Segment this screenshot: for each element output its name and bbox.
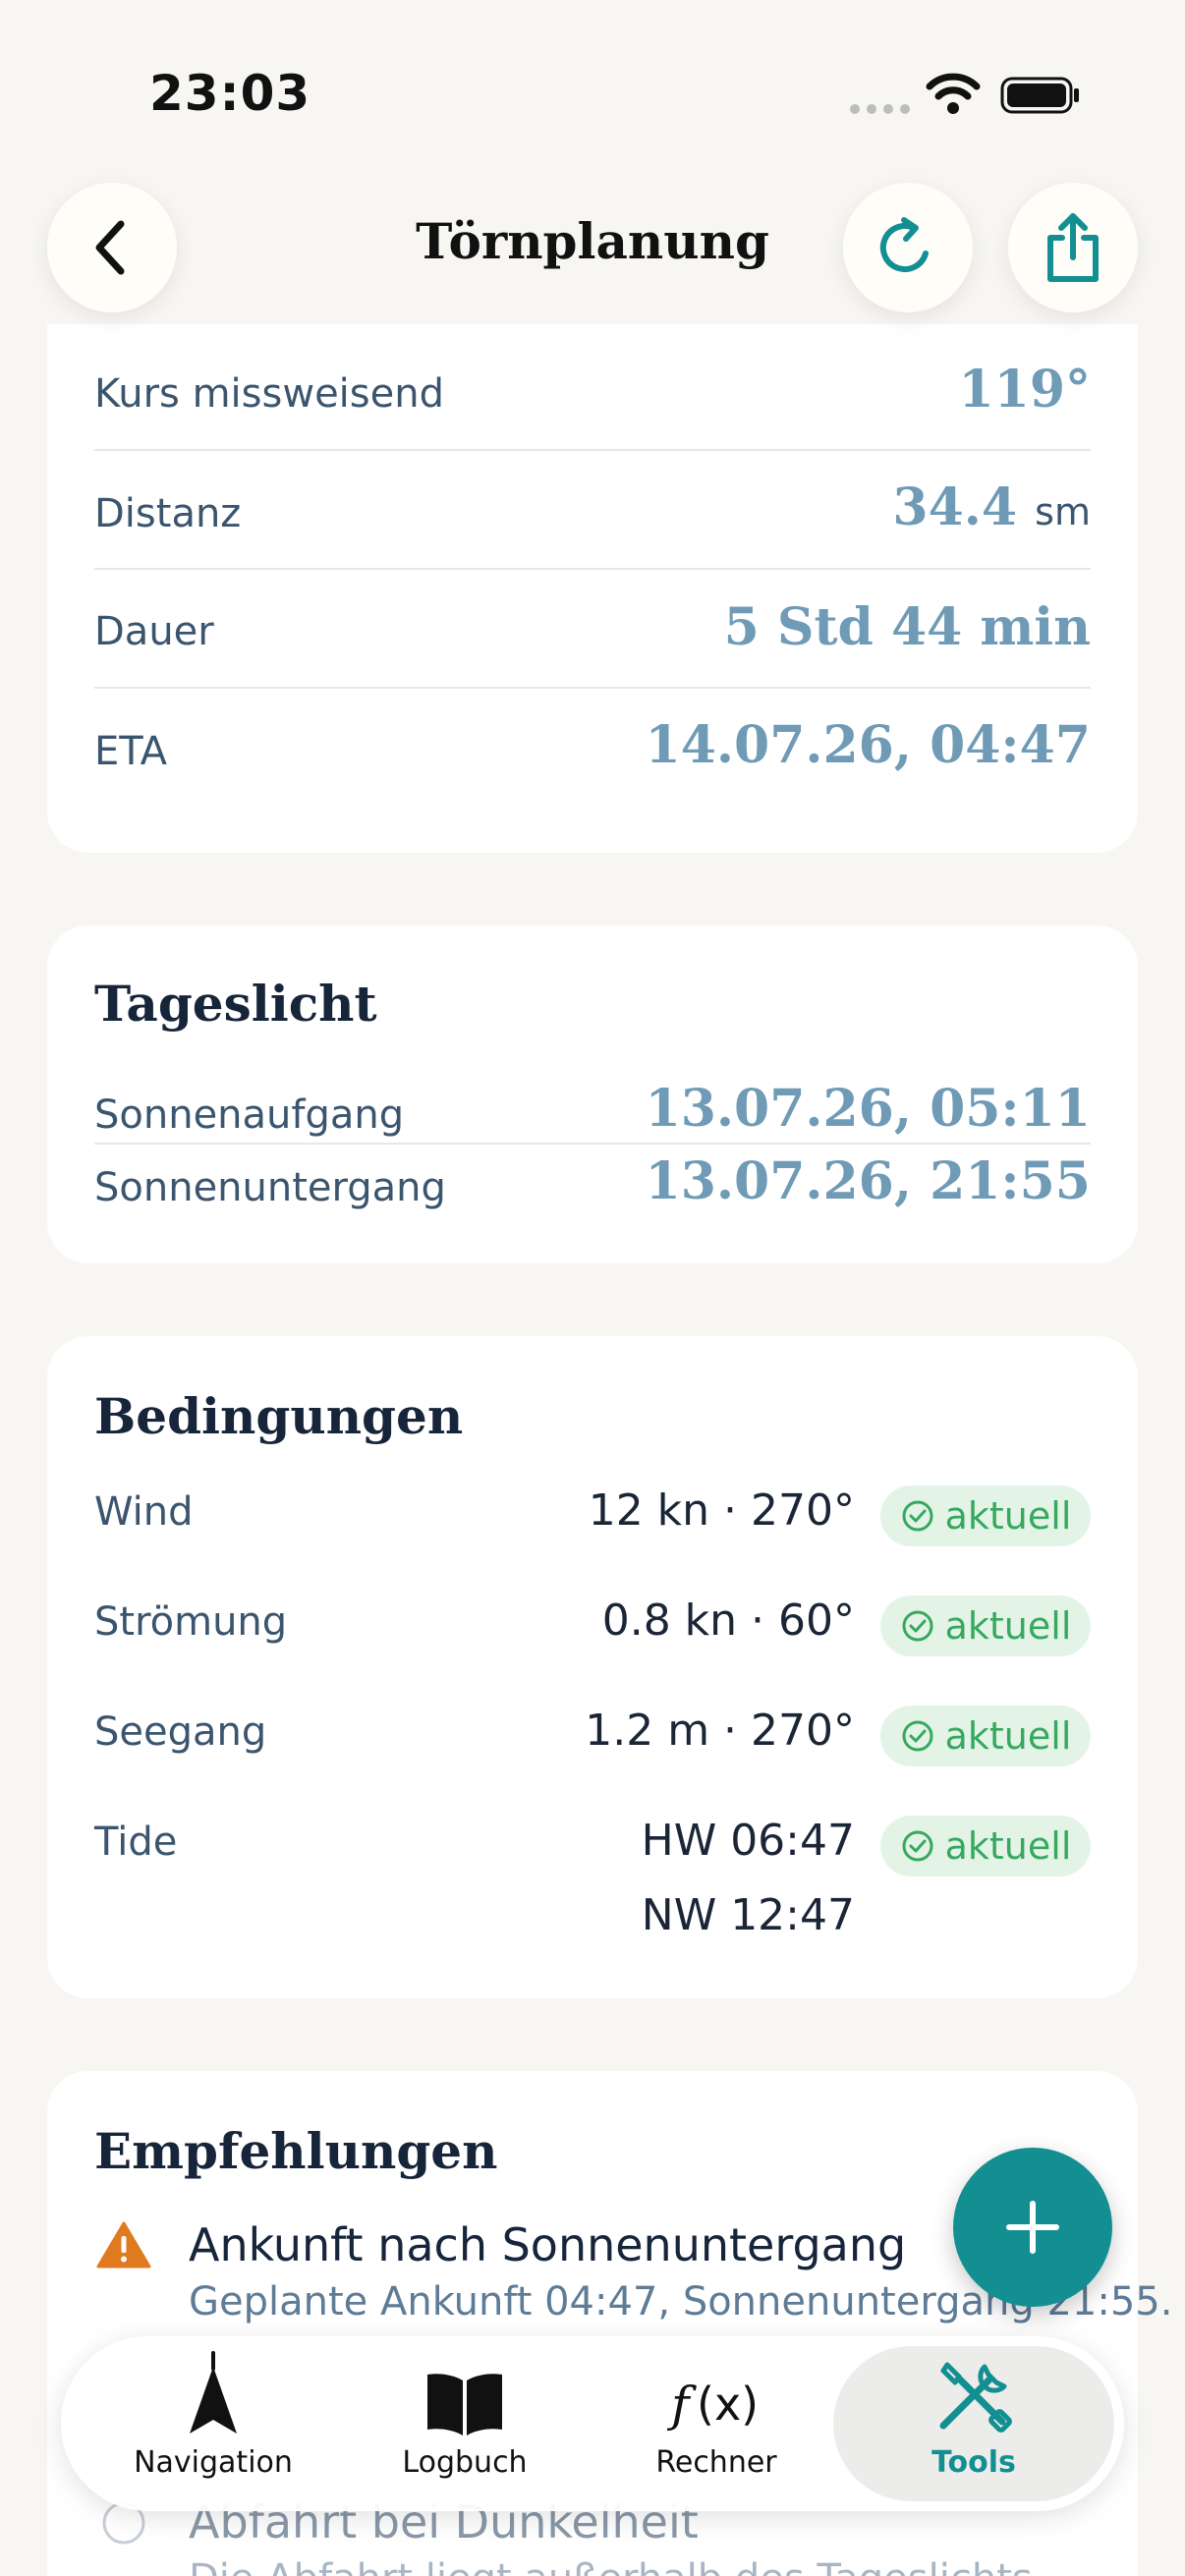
condition-label: Wind (94, 1489, 194, 1535)
route-row-label: Kurs missweisend (94, 371, 444, 417)
status-time: 23:03 (149, 65, 311, 122)
check-circle-icon (902, 1830, 933, 1862)
status-badge: aktuell (880, 1485, 1091, 1546)
share-icon (1047, 213, 1099, 282)
divider (94, 449, 1091, 451)
divider (94, 687, 1091, 689)
book-icon (427, 2374, 502, 2436)
route-row-label: Dauer (94, 609, 214, 654)
tab-label: Tools (931, 2445, 1016, 2480)
badge-label: aktuell (944, 1604, 1072, 1648)
divider (94, 568, 1091, 570)
distance-value: 34.4 (892, 477, 1018, 537)
route-summary-card: Kurs missweisend 119° Distanz 34.4 sm Da… (47, 324, 1138, 853)
chevron-left-icon (95, 220, 125, 275)
route-row-value: 34.4 sm (892, 477, 1091, 537)
warning-icon (96, 2221, 151, 2268)
tools-icon (939, 2362, 1012, 2433)
condition-value: 12 kn · 270° (588, 1485, 855, 1536)
daylight-row-value: 13.07.26, 21:55 (645, 1151, 1091, 1211)
tab-bar: Navigation Logbuch ƒ (x) Rechner Tools (61, 2336, 1124, 2511)
check-circle-icon (902, 1500, 933, 1532)
route-row-value: 119° (958, 360, 1091, 420)
condition-label: Tide (94, 1820, 178, 1865)
status-badge: aktuell (880, 1706, 1091, 1766)
daylight-card: Tageslicht Sonnenaufgang 13.07.26, 05:11… (47, 925, 1138, 1263)
cellular-signal-icon (850, 104, 910, 114)
battery-icon (1000, 77, 1079, 114)
route-row-value: 14.07.26, 04:47 (645, 715, 1091, 775)
condition-value: 0.8 kn · 60° (601, 1596, 855, 1646)
plus-icon (1006, 2201, 1059, 2254)
function-icon: ƒ (x) (667, 2377, 759, 2434)
check-circle-icon (902, 1610, 933, 1642)
condition-value: 1.2 m · 270° (585, 1706, 855, 1756)
recommendation-text: Die Abfahrt liegt außerhalb des Tageslic… (189, 2556, 1044, 2576)
daylight-title: Tageslicht (94, 975, 377, 1033)
badge-label: aktuell (944, 1714, 1072, 1758)
status-badge: aktuell (880, 1596, 1091, 1656)
back-button[interactable] (47, 183, 177, 312)
tab-navigation[interactable]: Navigation (90, 2346, 336, 2501)
refresh-button[interactable] (843, 183, 973, 312)
conditions-title: Bedingungen (94, 1387, 464, 1445)
daylight-row-label: Sonnenuntergang (94, 1165, 446, 1210)
route-row-label: Distanz (94, 491, 242, 536)
tab-label: Navigation (134, 2445, 293, 2480)
share-button[interactable] (1008, 183, 1138, 312)
divider (94, 1143, 1091, 1145)
tab-logbuch[interactable]: Logbuch (342, 2346, 588, 2501)
badge-label: aktuell (944, 1824, 1072, 1868)
recommendations-title: Empfehlungen (94, 2122, 498, 2180)
tab-label: Logbuch (402, 2445, 528, 2480)
tide-low-water: NW 12:47 (641, 1890, 855, 1940)
check-circle-icon (902, 1720, 933, 1752)
conditions-card: Bedingungen Wind 12 kn · 270° aktuell St… (47, 1336, 1138, 1998)
tab-label: Rechner (655, 2445, 777, 2480)
tab-tools[interactable]: Tools (833, 2346, 1114, 2501)
status-badge: aktuell (880, 1816, 1091, 1876)
tab-rechner[interactable]: ƒ (x) Rechner (593, 2346, 839, 2501)
refresh-icon (879, 217, 929, 272)
badge-label: aktuell (944, 1494, 1072, 1538)
route-row-label: ETA (94, 729, 167, 774)
tide-high-water: HW 06:47 (641, 1816, 855, 1866)
condition-label: Seegang (94, 1709, 267, 1755)
svg-text:(x): (x) (697, 2378, 759, 2431)
daylight-row-label: Sonnenaufgang (94, 1092, 405, 1138)
condition-label: Strömung (94, 1599, 288, 1645)
route-row-value: 5 Std 44 min (723, 597, 1091, 657)
navigation-arrow-icon (190, 2351, 237, 2434)
page-title: Törnplanung (416, 212, 769, 270)
daylight-row-value: 13.07.26, 05:11 (645, 1079, 1091, 1139)
distance-unit: sm (1035, 490, 1091, 533)
recommendation-title: Ankunft nach Sonnenuntergang (189, 2218, 907, 2271)
svg-text:ƒ: ƒ (667, 2377, 697, 2434)
add-button[interactable] (953, 2148, 1112, 2307)
wifi-icon (926, 73, 981, 114)
